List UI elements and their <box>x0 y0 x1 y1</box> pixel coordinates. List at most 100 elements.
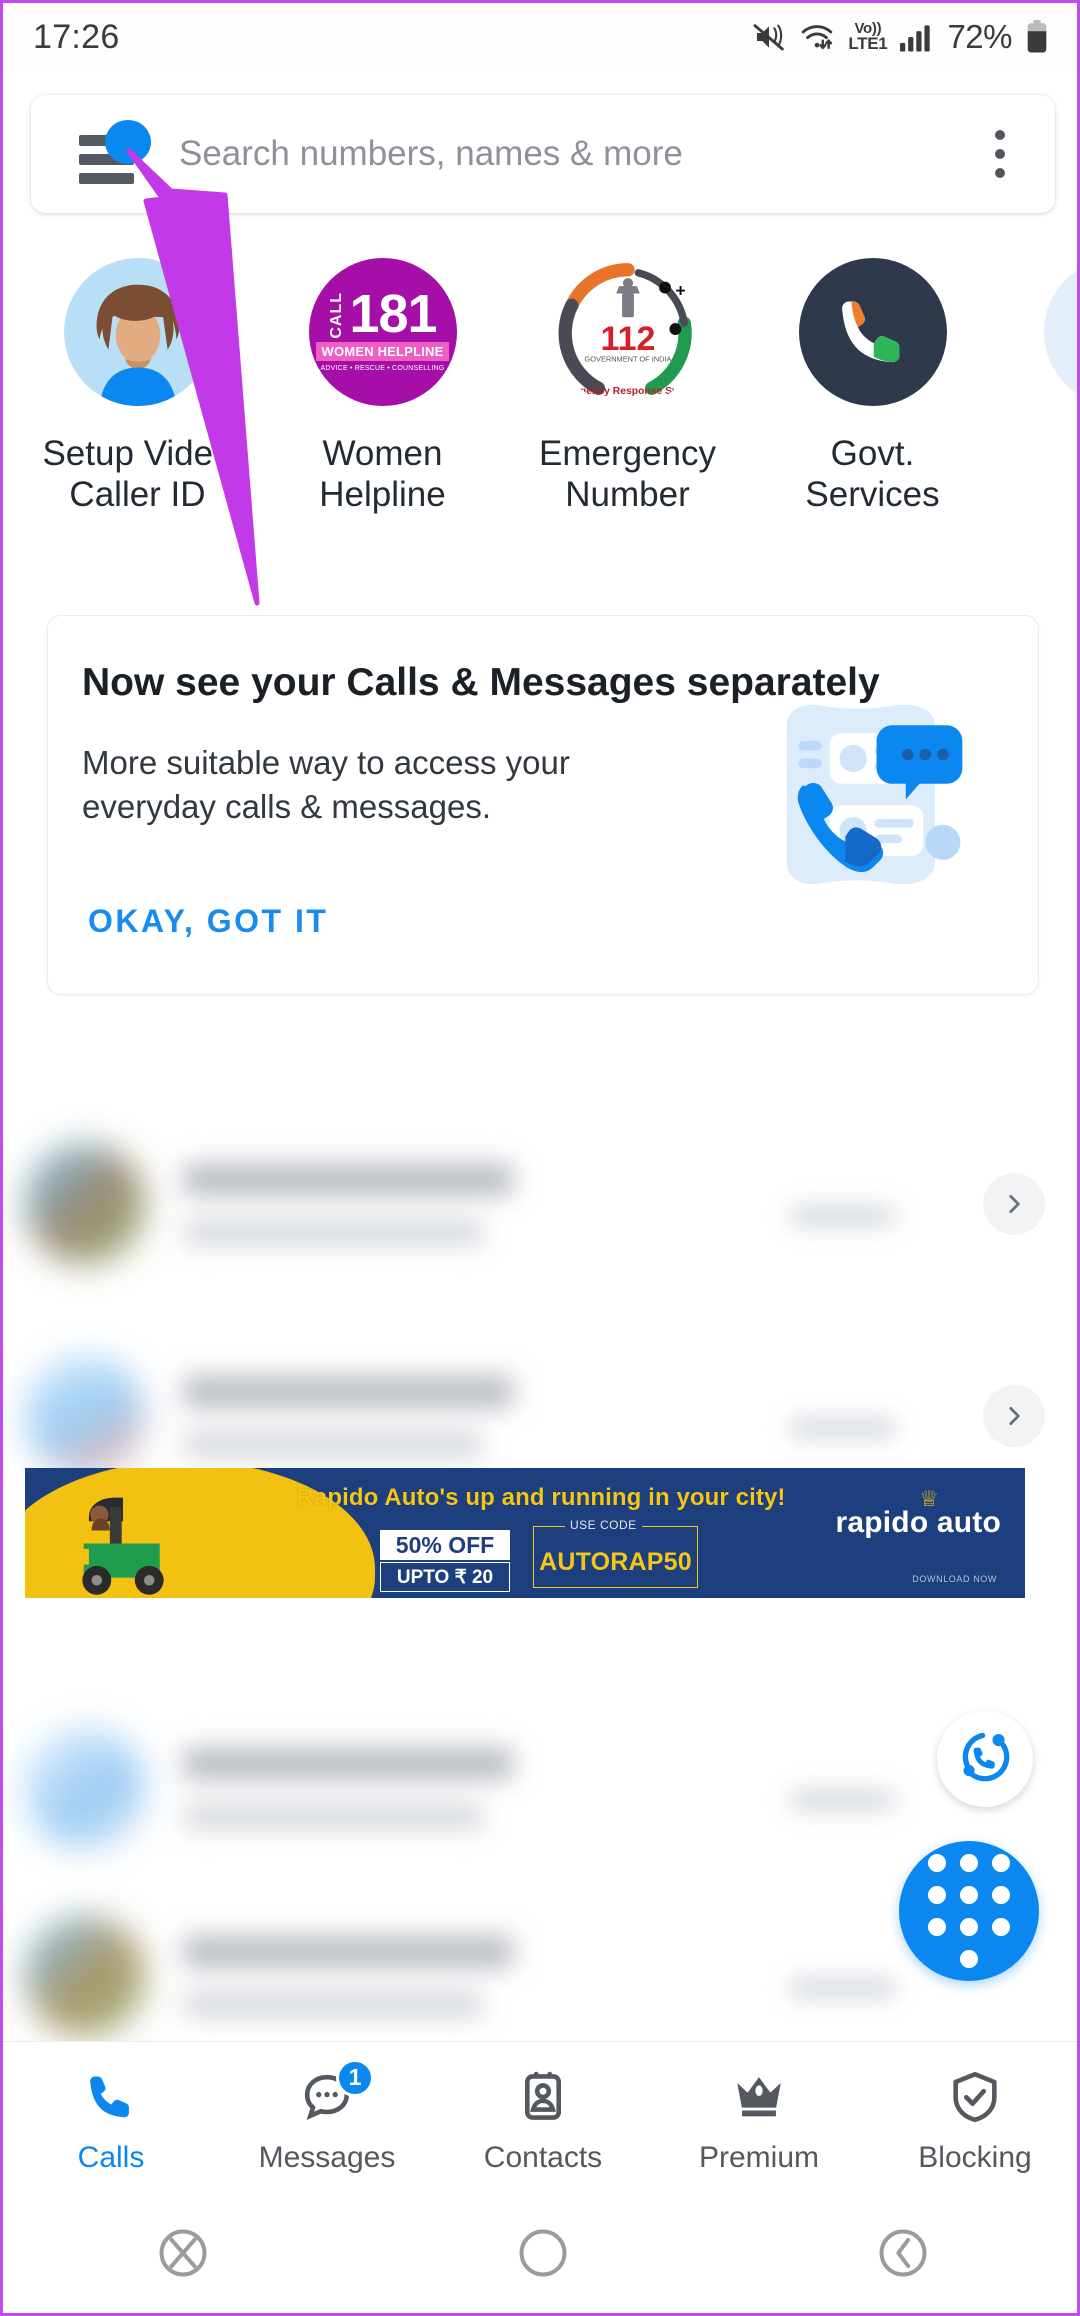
helpline-band-text: WOMEN HELPLINE <box>315 342 450 362</box>
contact-name <box>183 1936 513 1967</box>
android-system-nav[interactable] <box>3 2197 1077 2313</box>
govt-services-phone-icon <box>798 258 947 406</box>
ad-download-note: DOWNLOAD NOW <box>912 1574 997 1584</box>
table-row[interactable] <box>3 1111 1077 1297</box>
quick-action-label: Women Helpline <box>319 434 446 515</box>
svg-text:GOVERNMENT OF INDIA: GOVERNMENT OF INDIA <box>584 355 671 364</box>
status-time: 17:26 <box>33 17 120 56</box>
nav-label: Messages <box>258 2140 396 2174</box>
call-time <box>790 1205 895 1227</box>
avatar <box>25 1916 145 2036</box>
back-chevron-icon <box>875 2225 931 2286</box>
chevron-right-icon[interactable] <box>983 1385 1045 1447</box>
svg-text:112: 112 <box>600 320 655 358</box>
nav-label: Premium <box>698 2140 819 2174</box>
quick-action-women-helpline[interactable]: CALL 181 WOMEN HELPLINE ADVICE • RESCUE … <box>260 258 505 516</box>
bottom-navigation-bar[interactable]: Calls 1 Messages Contacts Premium Blocki… <box>3 2041 1077 2197</box>
call-circle-icon <box>956 1728 1014 1791</box>
helpline-number: 181 <box>349 284 437 345</box>
search-input[interactable] <box>179 134 975 174</box>
nav-item-premium[interactable]: Premium <box>651 2065 867 2175</box>
quick-action-label: Setup Video Caller ID <box>42 434 233 515</box>
auto-rickshaw-illustration <box>43 1478 203 1596</box>
call-meta <box>183 1805 483 1828</box>
nav-item-contacts[interactable]: Contacts <box>435 2065 651 2175</box>
nav-item-messages[interactable]: 1 Messages <box>219 2058 435 2175</box>
quick-actions-row[interactable]: Setup Video Caller ID CALL 181 WOMEN HEL… <box>3 258 1077 618</box>
okay-got-it-button[interactable]: OKAY, GOT IT <box>88 903 328 940</box>
search-bar[interactable] <box>31 95 1055 213</box>
shield-check-icon <box>946 2065 1004 2129</box>
contact-card-icon <box>514 2065 572 2129</box>
ad-offer-secondary: UPTO ₹ 20 <box>380 1562 510 1592</box>
avatar <box>25 1728 145 1848</box>
svg-text:Emergency Response System: Emergency Response System <box>554 386 702 397</box>
quick-action-label: Govt. Services <box>805 434 940 515</box>
notification-dot <box>105 120 151 164</box>
emergency-112-icon: 112 GOVERNMENT OF INDIA + Emergency Resp… <box>554 258 702 406</box>
share-my-icon <box>1043 258 1077 406</box>
back-button[interactable] <box>723 2225 1077 2286</box>
quick-action-share-my[interactable]: Sha <box>995 258 1077 474</box>
quick-action-label: Emergency Number <box>538 434 717 515</box>
svg-text:+: + <box>675 280 685 300</box>
contact-name <box>183 1164 513 1195</box>
phone-icon <box>82 2065 140 2129</box>
calls-messages-illustration <box>771 698 986 893</box>
ad-offer-box: 50% OFF UPTO ₹ 20 <box>380 1530 510 1592</box>
phone-screen: 17:26 Vo)) LTE1 72% Search numbers, name… <box>0 0 1080 2316</box>
call-group-fab[interactable] <box>937 1711 1033 1807</box>
home-button[interactable] <box>363 2225 723 2286</box>
nav-item-blocking[interactable]: Blocking <box>867 2065 1077 2175</box>
call-meta <box>183 1433 483 1456</box>
recents-icon <box>155 2225 211 2286</box>
status-icon-tray: Vo)) LTE1 72% <box>752 18 1049 56</box>
ad-brand-name: rapido auto <box>835 1506 1001 1539</box>
dialpad-fab[interactable] <box>899 1841 1039 1981</box>
helpline-sub-text: ADVICE • RESCUE • COUNSELLING <box>320 365 445 373</box>
call-meta <box>183 1221 483 1244</box>
crown-icon <box>730 2065 788 2129</box>
call-time <box>790 1417 895 1439</box>
nav-label: Contacts <box>483 2140 603 2174</box>
rapido-ad-banner[interactable]: Rapido Auto's up and running in your cit… <box>25 1468 1025 1598</box>
dialpad-icon <box>928 1854 1010 1968</box>
wifi-icon <box>799 21 835 53</box>
signal-bars-icon <box>900 22 932 52</box>
women-helpline-181-icon: CALL 181 WOMEN HELPLINE ADVICE • RESCUE … <box>308 258 457 406</box>
helpline-call-text: CALL <box>328 291 346 339</box>
quick-action-govt-services[interactable]: Govt. Services <box>750 258 995 516</box>
ad-promo-code: AUTORAP50 <box>539 1548 692 1576</box>
quick-action-emergency-number[interactable]: 112 GOVERNMENT OF INDIA + Emergency Resp… <box>505 258 750 516</box>
home-circle-icon <box>515 2225 571 2286</box>
call-row-text <box>183 1164 1077 1244</box>
volte-icon: Vo)) LTE1 <box>848 20 888 54</box>
hamburger-menu-icon[interactable] <box>79 120 151 184</box>
contact-name <box>183 1748 513 1779</box>
mute-icon <box>752 21 786 53</box>
recents-button[interactable] <box>3 2225 363 2286</box>
status-bar: 17:26 Vo)) LTE1 72% <box>3 3 1077 71</box>
avatar <box>25 1356 145 1476</box>
battery-percent: 72% <box>947 18 1012 55</box>
ad-headline: Rapido Auto's up and running in your cit… <box>296 1484 786 1511</box>
kebab-menu-icon[interactable] <box>975 119 1025 189</box>
card-subtitle: More suitable way to access your everyda… <box>82 743 570 826</box>
avatar <box>25 1144 145 1264</box>
call-time <box>790 1977 895 1999</box>
nav-label: Calls <box>77 2140 145 2174</box>
ad-use-code-label: USE CODE <box>565 1518 642 1532</box>
message-bubble-icon: 1 <box>298 2058 374 2129</box>
quick-action-setup-video-caller-id[interactable]: Setup Video Caller ID <box>15 258 260 516</box>
call-row-text <box>183 1376 1077 1456</box>
contact-name <box>183 1376 513 1407</box>
battery-icon <box>1025 20 1049 54</box>
nav-item-calls[interactable]: Calls <box>3 2065 219 2175</box>
call-meta <box>183 1993 483 2016</box>
table-row[interactable] <box>3 1695 1077 1881</box>
ad-offer-primary: 50% OFF <box>380 1530 510 1560</box>
video-caller-id-avatar-icon <box>63 258 212 406</box>
nav-label: Blocking <box>918 2140 1032 2174</box>
chevron-right-icon[interactable] <box>983 1173 1045 1235</box>
call-time <box>790 1789 895 1811</box>
